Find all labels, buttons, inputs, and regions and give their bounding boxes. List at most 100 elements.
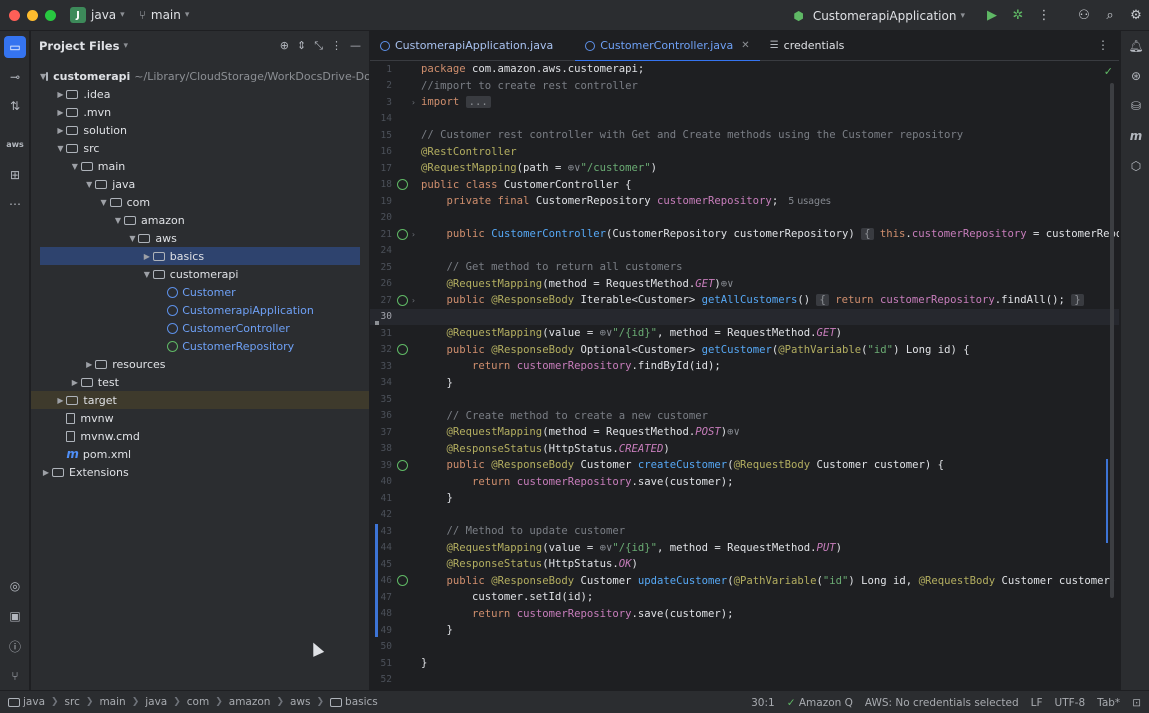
code-line[interactable]: 1 package com.amazon.aws.customerapi; — [370, 61, 1119, 78]
breadcrumb-item[interactable]: aws — [290, 696, 311, 708]
code-line[interactable]: 33 return customerRepository.findById(id… — [370, 358, 1119, 375]
line-number[interactable]: 41 — [370, 493, 392, 504]
code-line[interactable]: 38 @ResponseStatus(HttpStatus.CREATED) — [370, 441, 1119, 458]
breadcrumb-item[interactable]: basics — [345, 696, 378, 708]
code-line[interactable]: 43 // Method to update customer — [370, 523, 1119, 540]
tree-item-test[interactable]: ▶ test — [31, 373, 369, 391]
hide-panel-icon[interactable]: — — [350, 39, 361, 53]
line-number[interactable]: 30 — [370, 311, 392, 322]
line-number[interactable]: 24 — [370, 245, 392, 256]
notifications-icon[interactable]: 🔔︎ — [1126, 36, 1146, 56]
code-line[interactable]: 27 › public @ResponseBody Iterable<Custom… — [370, 292, 1119, 309]
line-number[interactable]: 40 — [370, 476, 392, 487]
tab-credentials[interactable]: ☰ credentials — [760, 31, 855, 61]
amazon-q-status[interactable]: ✓ Amazon Q — [787, 697, 853, 709]
line-number[interactable]: 44 — [370, 542, 392, 553]
spring-bean-gutter-icon[interactable] — [397, 575, 408, 587]
no-problems-check-icon[interactable]: ✓ — [1104, 65, 1113, 78]
line-number[interactable]: 39 — [370, 460, 392, 471]
branch-name[interactable]: main — [151, 8, 181, 22]
tree-item-java[interactable]: ▼ java — [31, 175, 369, 193]
line-number[interactable]: 51 — [370, 658, 392, 669]
tree-item-target[interactable]: ▶ target — [31, 391, 369, 409]
code-line[interactable]: 34 } — [370, 375, 1119, 392]
line-number[interactable]: 18 — [370, 179, 392, 190]
tree-item-aws[interactable]: ▼ aws — [31, 229, 369, 247]
code-line[interactable]: 17 @RequestMapping(path = ⊕∨"/customer") — [370, 160, 1119, 177]
tree-item-customerapiapplication[interactable]: CustomerapiApplication — [31, 301, 369, 319]
code-line[interactable]: 46 public @ResponseBody Customer updateC… — [370, 573, 1119, 590]
project-panel-title[interactable]: Project Files — [39, 39, 119, 53]
collapse-all-icon[interactable]: ⤡ — [314, 39, 323, 53]
code-line[interactable]: 18 public class CustomerController { — [370, 177, 1119, 194]
spring-bean-gutter-icon[interactable] — [397, 228, 408, 240]
lock-icon[interactable]: ⊡ — [1132, 697, 1141, 709]
line-number[interactable]: 46 — [370, 575, 392, 586]
code-line[interactable]: 51} — [370, 655, 1119, 672]
line-number[interactable]: 3 — [370, 97, 392, 108]
code-line[interactable]: 15 // Customer rest controller with Get a… — [370, 127, 1119, 144]
close-tab-icon[interactable]: ✕ — [741, 40, 749, 51]
caret-position[interactable]: 30:1 — [751, 697, 775, 709]
code-line[interactable]: 25 // Get method to return all customers — [370, 259, 1119, 276]
search-icon[interactable]: ⌕ — [1097, 8, 1123, 23]
tree-item-extensions[interactable]: ▶ Extensions — [31, 463, 369, 481]
code-line[interactable]: 48 return customerRepository.save(custom… — [370, 606, 1119, 623]
vertical-scrollbar[interactable] — [1110, 83, 1114, 598]
tree-item-main[interactable]: ▼ main — [31, 157, 369, 175]
tree-item-pom-xml[interactable]: m pom.xml — [31, 445, 369, 463]
line-number[interactable]: 35 — [370, 394, 392, 405]
chevron-right-icon[interactable]: ▶ — [54, 396, 66, 405]
gear-icon[interactable]: ⚙ — [1123, 8, 1149, 23]
line-number[interactable]: 37 — [370, 427, 392, 438]
line-number[interactable]: 19 — [370, 196, 392, 207]
spring-bean-gutter-icon[interactable] — [397, 459, 408, 471]
tree-item-customercontroller[interactable]: CustomerController — [31, 319, 369, 337]
aws-connection-status[interactable]: AWS: No credentials selected — [865, 697, 1019, 709]
breadcrumb-item[interactable]: com — [187, 696, 209, 708]
code-line[interactable]: 52 — [370, 672, 1119, 689]
line-number[interactable]: 17 — [370, 163, 392, 174]
add-user-icon[interactable]: ⚇ — [1071, 8, 1097, 23]
tree-item-customerapi[interactable]: ▼ customerapi ~/Library/CloudStorage/WorkD… — [31, 67, 369, 85]
problems-icon[interactable]: ⓘ — [4, 635, 26, 657]
more-actions-icon[interactable]: ⋮ — [1031, 8, 1057, 23]
project-name[interactable]: java — [91, 8, 116, 22]
line-number[interactable]: 47 — [370, 592, 392, 603]
code-line[interactable]: 42 — [370, 507, 1119, 524]
code-line[interactable]: 41 } — [370, 490, 1119, 507]
aws-toolkit-icon[interactable]: aws — [4, 133, 26, 155]
options-icon[interactable]: ⋮ — [331, 39, 342, 53]
tab-customerapi-application[interactable]: CustomerapiApplication.java — [370, 31, 563, 61]
git-icon[interactable]: ⑂ — [4, 665, 26, 687]
chevron-down-icon[interactable]: ▼ — [54, 144, 66, 153]
chevron-down-icon[interactable]: ▼ — [98, 198, 110, 207]
tree-item-src[interactable]: ▼ src — [31, 139, 369, 157]
code-editor[interactable]: 1 package com.amazon.aws.customerapi; 2 //i… — [370, 61, 1119, 690]
chevron-down-icon[interactable]: ▼ — [141, 270, 153, 279]
expand-all-icon[interactable]: ⇕ — [297, 39, 306, 53]
project-badge[interactable]: J — [70, 7, 86, 23]
file-encoding[interactable]: UTF-8 — [1055, 697, 1086, 709]
tree-item-amazon[interactable]: ▼ amazon — [31, 211, 369, 229]
code-line[interactable]: 39 public @ResponseBody Customer createC… — [370, 457, 1119, 474]
spring-bean-gutter-icon[interactable] — [397, 294, 408, 306]
close-window-button[interactable] — [9, 9, 20, 21]
git-branch-icon[interactable]: ⑂ — [139, 8, 146, 22]
chevron-right-icon[interactable]: ▶ — [141, 252, 153, 261]
chevron-down-icon[interactable]: ▼ — [126, 234, 138, 243]
fold-chevron-icon[interactable]: › — [411, 296, 416, 305]
line-number[interactable]: 38 — [370, 443, 392, 454]
chevron-right-icon[interactable]: ▶ — [40, 468, 52, 477]
locate-icon[interactable]: ⊕ — [280, 39, 289, 53]
maven-icon[interactable]: m — [1126, 126, 1146, 146]
line-number[interactable]: 27 — [370, 295, 392, 306]
code-line[interactable]: 14 — [370, 111, 1119, 128]
code-line[interactable]: 37 @RequestMapping(method = RequestMetho… — [370, 424, 1119, 441]
chevron-down-icon[interactable]: ▼ — [83, 180, 95, 189]
code-line[interactable]: 40 return customerRepository.save(custom… — [370, 474, 1119, 491]
code-line[interactable]: 36 // Create method to create a new cust… — [370, 408, 1119, 425]
chevron-down-icon[interactable]: ▾ — [120, 10, 125, 20]
code-line[interactable]: 30 — [370, 308, 1119, 325]
zoom-window-button[interactable] — [45, 9, 56, 21]
